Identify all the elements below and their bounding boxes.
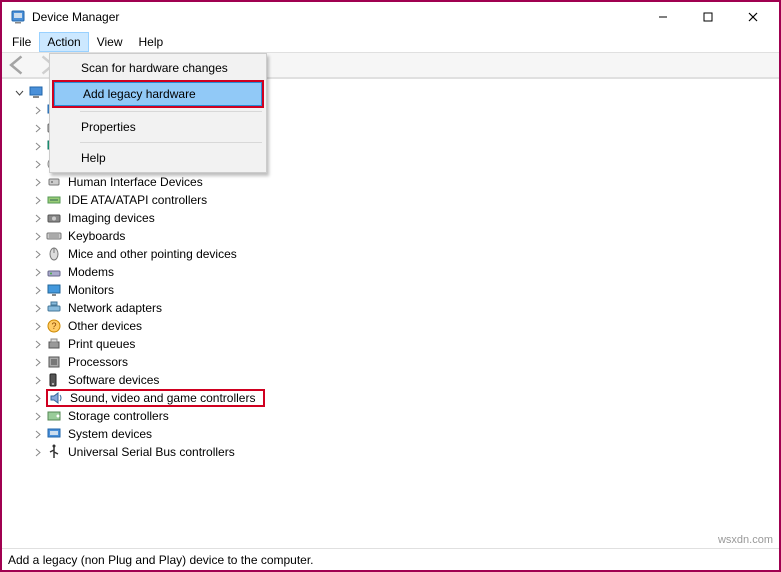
tree-item-label: Sound, video and game controllers bbox=[68, 391, 257, 405]
mouse-icon bbox=[46, 246, 62, 262]
tree-item-storage[interactable]: Storage controllers bbox=[8, 407, 779, 425]
tree-item-label: IDE ATA/ATAPI controllers bbox=[66, 193, 209, 207]
chevron-right-icon[interactable] bbox=[32, 105, 43, 116]
status-text: Add a legacy (non Plug and Play) device … bbox=[8, 553, 314, 567]
chevron-right-icon[interactable] bbox=[32, 195, 43, 206]
menu-properties[interactable]: Properties bbox=[52, 115, 264, 139]
tree-item-monitor[interactable]: Monitors bbox=[8, 281, 779, 299]
tree-item-label: System devices bbox=[66, 427, 154, 441]
minimize-button[interactable] bbox=[640, 3, 685, 31]
tree-item-label: Other devices bbox=[66, 319, 144, 333]
software-icon bbox=[46, 372, 62, 388]
action-menu-dropdown: Scan for hardware changes Add legacy har… bbox=[49, 53, 267, 173]
chevron-right-icon[interactable] bbox=[32, 177, 43, 188]
tree-item-modem[interactable]: Modems bbox=[8, 263, 779, 281]
menu-scan-hardware[interactable]: Scan for hardware changes bbox=[52, 56, 264, 80]
window-title: Device Manager bbox=[32, 10, 640, 24]
chevron-right-icon[interactable] bbox=[32, 231, 43, 242]
tree-item-label: Processors bbox=[66, 355, 130, 369]
chevron-right-icon[interactable] bbox=[32, 159, 43, 170]
chevron-right-icon[interactable] bbox=[32, 357, 43, 368]
tree-item-software[interactable]: Software devices bbox=[8, 371, 779, 389]
ide-icon bbox=[46, 192, 62, 208]
menu-view[interactable]: View bbox=[89, 32, 131, 52]
menu-add-legacy-hardware[interactable]: Add legacy hardware bbox=[54, 82, 262, 106]
tree-item-ide[interactable]: IDE ATA/ATAPI controllers bbox=[8, 191, 779, 209]
chevron-right-icon[interactable] bbox=[32, 447, 43, 458]
modem-icon bbox=[46, 264, 62, 280]
app-icon bbox=[10, 9, 26, 25]
tree-item-other[interactable]: ? Other devices bbox=[8, 317, 779, 335]
tree-item-hid[interactable]: Human Interface Devices bbox=[8, 173, 779, 191]
computer-icon bbox=[28, 84, 44, 100]
tree-item-printer[interactable]: Print queues bbox=[8, 335, 779, 353]
maximize-button[interactable] bbox=[685, 3, 730, 31]
chevron-right-icon[interactable] bbox=[32, 141, 43, 152]
menu-help[interactable]: Help bbox=[52, 146, 264, 170]
tree-item-label: Software devices bbox=[66, 373, 161, 387]
imaging-icon bbox=[46, 210, 62, 226]
tree-item-sound[interactable]: Sound, video and game controllers bbox=[8, 389, 779, 407]
tree-item-label: Print queues bbox=[66, 337, 137, 351]
menu-action[interactable]: Action bbox=[39, 32, 88, 52]
highlight-add-legacy: Add legacy hardware bbox=[52, 80, 264, 108]
chevron-right-icon[interactable] bbox=[32, 393, 43, 404]
tree-item-system[interactable]: System devices bbox=[8, 425, 779, 443]
other-icon: ? bbox=[46, 318, 62, 334]
tree-item-label: Monitors bbox=[66, 283, 116, 297]
menu-separator bbox=[80, 111, 262, 112]
tree-item-label: Modems bbox=[66, 265, 116, 279]
svg-text:?: ? bbox=[51, 321, 56, 331]
chevron-right-icon[interactable] bbox=[32, 249, 43, 260]
chevron-right-icon[interactable] bbox=[32, 123, 43, 134]
close-button[interactable] bbox=[730, 3, 775, 31]
tree-item-label: Universal Serial Bus controllers bbox=[66, 445, 237, 459]
chevron-down-icon[interactable] bbox=[14, 87, 25, 98]
chevron-right-icon[interactable] bbox=[32, 285, 43, 296]
tree-item-label: Network adapters bbox=[66, 301, 164, 315]
toolbar: Scan for hardware changes Add legacy har… bbox=[2, 52, 779, 78]
chevron-right-icon[interactable] bbox=[32, 375, 43, 386]
printer-icon bbox=[46, 336, 62, 352]
chevron-right-icon[interactable] bbox=[32, 213, 43, 224]
monitor-icon bbox=[46, 282, 62, 298]
menu-help[interactable]: Help bbox=[131, 32, 172, 52]
watermark: wsxdn.com bbox=[718, 534, 773, 546]
tree-item-label: Keyboards bbox=[66, 229, 127, 243]
sound-icon bbox=[48, 390, 64, 406]
titlebar: Device Manager bbox=[2, 2, 779, 32]
status-bar: Add a legacy (non Plug and Play) device … bbox=[2, 548, 779, 570]
tree-item-label: Mice and other pointing devices bbox=[66, 247, 239, 261]
cpu-icon bbox=[46, 354, 62, 370]
chevron-right-icon[interactable] bbox=[32, 321, 43, 332]
tree-item-cpu[interactable]: Processors bbox=[8, 353, 779, 371]
tree-item-keyboard[interactable]: Keyboards bbox=[8, 227, 779, 245]
back-button[interactable] bbox=[6, 54, 30, 76]
chevron-right-icon[interactable] bbox=[32, 411, 43, 422]
network-icon bbox=[46, 300, 62, 316]
chevron-right-icon[interactable] bbox=[32, 429, 43, 440]
tree-item-usb[interactable]: Universal Serial Bus controllers bbox=[8, 443, 779, 461]
tree-item-network[interactable]: Network adapters bbox=[8, 299, 779, 317]
menubar: File Action View Help bbox=[2, 32, 779, 52]
chevron-right-icon[interactable] bbox=[32, 339, 43, 350]
storage-icon bbox=[46, 408, 62, 424]
hid-icon bbox=[46, 174, 62, 190]
usb-icon bbox=[46, 444, 62, 460]
chevron-right-icon[interactable] bbox=[32, 303, 43, 314]
tree-item-imaging[interactable]: Imaging devices bbox=[8, 209, 779, 227]
system-icon bbox=[46, 426, 62, 442]
menu-file[interactable]: File bbox=[4, 32, 39, 52]
window: Device Manager File Action View Help Sca… bbox=[0, 0, 781, 572]
tree-item-mouse[interactable]: Mice and other pointing devices bbox=[8, 245, 779, 263]
keyboard-icon bbox=[46, 228, 62, 244]
tree-item-label: Storage controllers bbox=[66, 409, 171, 423]
tree-item-label: Human Interface Devices bbox=[66, 175, 205, 189]
tree-item-label: Imaging devices bbox=[66, 211, 157, 225]
chevron-right-icon[interactable] bbox=[32, 267, 43, 278]
menu-separator bbox=[80, 142, 262, 143]
